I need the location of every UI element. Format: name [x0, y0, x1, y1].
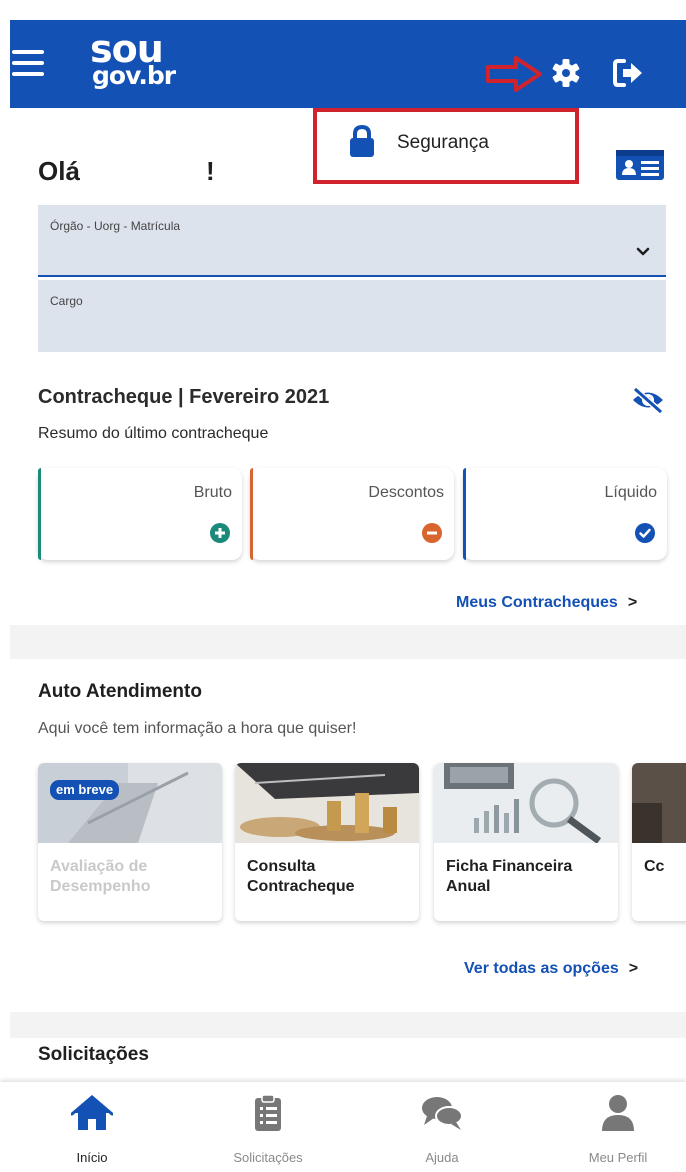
paycheck-subtitle: Resumo do último contracheque [38, 425, 269, 442]
menu-item-seguranca[interactable]: Segurança [397, 132, 489, 154]
check-circle-icon [635, 523, 655, 543]
chevron-right-icon: > [628, 960, 639, 977]
service-image [434, 763, 618, 843]
user-icon [602, 1095, 634, 1131]
nav-label: Início [76, 1150, 108, 1165]
nav-item-meu-perfil[interactable]: Meu Perfil [548, 1082, 686, 1172]
cargo-field-label: Cargo [50, 294, 83, 308]
sou-govbr-logo: sou gov.br [90, 27, 176, 90]
service-card-consulta-contracheque[interactable]: Consulta Contracheque [235, 763, 419, 921]
service-name: Ficha Financeira Anual [446, 858, 573, 895]
service-image [235, 763, 419, 843]
service-name: Cc [644, 858, 665, 875]
minus-circle-icon [422, 523, 442, 543]
settings-dropdown: Segurança [313, 108, 579, 184]
nav-item-solicitacoes[interactable]: Solicitações [198, 1082, 338, 1172]
red-arrow-icon [486, 56, 542, 92]
org-select-label: Órgão - Uorg - Matrícula [50, 219, 181, 233]
sign-out-icon[interactable] [612, 58, 644, 88]
chevron-right-icon: > [627, 594, 638, 611]
summary-card-bruto[interactable]: Bruto [38, 468, 242, 560]
id-card-icon[interactable] [615, 149, 665, 181]
card-accent-bar [463, 468, 466, 560]
requests-title: Solicitações [38, 1044, 149, 1065]
nav-label: Solicitações [233, 1150, 303, 1165]
nav-label: Ajuda [425, 1150, 459, 1165]
nav-item-inicio[interactable]: Início [22, 1082, 162, 1172]
my-paychecks-link[interactable]: Meus Contracheques > [456, 594, 637, 612]
app-header: sou gov.br [10, 20, 686, 108]
card-label-descontos: Descontos [368, 484, 444, 501]
greeting-text: Olá [38, 156, 80, 186]
chat-bubbles-icon [422, 1097, 463, 1130]
self-service-subtitle: Aqui você tem informação a hora que quis… [38, 720, 357, 737]
summary-card-liquido[interactable]: Líquido [463, 468, 667, 560]
clipboard-list-icon [255, 1094, 281, 1131]
card-accent-bar [250, 468, 253, 560]
section-divider [10, 625, 686, 659]
section-divider [10, 1012, 686, 1038]
service-image [38, 763, 222, 843]
coming-soon-badge: em breve [50, 780, 120, 800]
service-card-partial[interactable]: Cc [632, 763, 686, 921]
gear-icon[interactable] [551, 58, 581, 88]
my-paychecks-link-label: Meus Contracheques [456, 594, 618, 611]
cargo-field: Cargo [38, 280, 666, 352]
card-accent-bar [38, 468, 41, 560]
hamburger-menu-icon[interactable] [12, 50, 44, 76]
paycheck-title: Contracheque | Fevereiro 2021 [38, 386, 330, 408]
see-all-options-label: Ver todas as opções [464, 960, 619, 977]
lock-icon [350, 124, 374, 157]
see-all-options-link[interactable]: Ver todas as opções > [464, 960, 638, 978]
org-select[interactable]: Órgão - Uorg - Matrícula [38, 205, 666, 277]
summary-card-descontos[interactable]: Descontos [250, 468, 454, 560]
home-icon [71, 1095, 113, 1130]
bottom-navigation: Início Solicitações Ajuda Meu Perfil [0, 1082, 686, 1172]
card-label-bruto: Bruto [193, 484, 232, 501]
nav-label: Meu Perfil [588, 1150, 648, 1165]
service-image [632, 763, 686, 843]
nav-item-ajuda[interactable]: Ajuda [372, 1082, 512, 1172]
eye-slash-icon[interactable] [630, 385, 666, 415]
chevron-down-icon [636, 247, 650, 256]
status-strip [0, 0, 686, 20]
plus-circle-icon [210, 523, 230, 543]
self-service-title: Auto Atendimento [38, 681, 202, 702]
service-card-ficha-financeira[interactable]: Ficha Financeira Anual [434, 763, 618, 921]
service-name: Consulta Contracheque [247, 858, 355, 895]
greeting-exclamation: ! [206, 156, 215, 186]
service-card-avaliacao[interactable]: em breve Avaliação de Desempenho [38, 763, 222, 921]
service-name: Avaliação de Desempenho [50, 858, 151, 895]
card-label-liquido: Líquido [604, 484, 658, 501]
